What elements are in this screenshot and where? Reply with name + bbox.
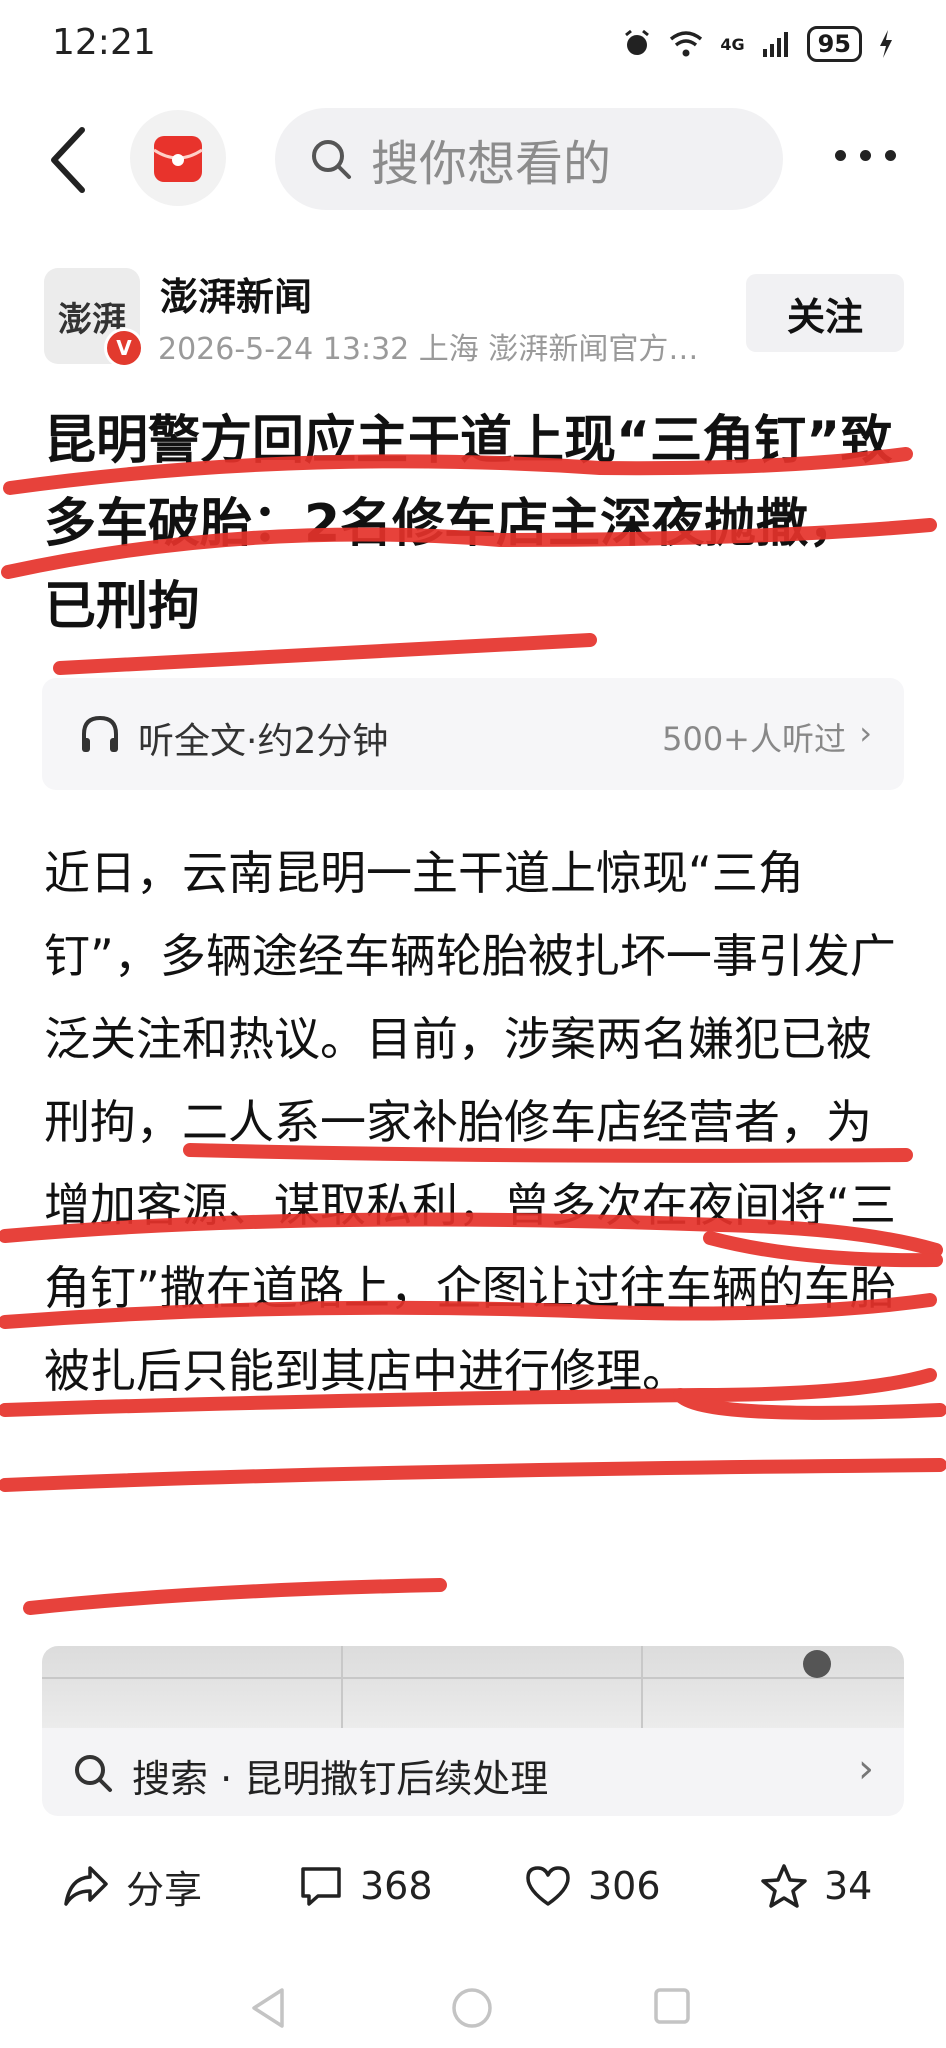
headphones-icon	[82, 715, 118, 752]
favorite-button[interactable]: 34	[760, 1846, 872, 1926]
charging-icon	[880, 30, 892, 58]
status-icons: 4G 95	[622, 24, 894, 64]
listen-bar[interactable]: 听全文·约2分钟 500+人听过 ›	[42, 678, 904, 790]
related-search-text: 搜索 · 昆明撒钉后续处理	[132, 1757, 549, 1801]
star-icon	[761, 1864, 807, 1908]
comment-button[interactable]: 368	[298, 1846, 433, 1926]
network-type: 4G	[720, 34, 745, 54]
share-label: 分享	[126, 1867, 203, 1912]
favorite-count: 34	[824, 1864, 873, 1908]
more-dot-icon	[835, 150, 846, 161]
comment-count: 368	[360, 1864, 433, 1908]
related-search-chip[interactable]: 搜索 · 昆明撒钉后续处理 ›	[42, 1728, 904, 1816]
article-image[interactable]	[42, 1646, 904, 1730]
search-input[interactable]: 搜你想看的	[275, 108, 783, 210]
nav-home-icon[interactable]	[450, 1986, 494, 2030]
chevron-right-icon: ›	[859, 714, 872, 752]
wifi-icon	[670, 31, 703, 57]
nav-recents-icon[interactable]	[652, 1986, 692, 2030]
tile-wall-pattern	[42, 1646, 904, 1730]
article-headline: 昆明警方回应主干道上现“三角钉”致多车破胎：2名修车店主深夜抛撒，已刑拘	[44, 411, 893, 637]
heart-icon	[526, 1866, 570, 1906]
battery-indicator: 95	[806, 26, 862, 62]
chevron-right-icon: ›	[858, 1746, 874, 1792]
share-icon	[64, 1866, 108, 1906]
listen-label: 听全文·约2分钟	[138, 721, 389, 762]
listen-count: 500+人听过	[662, 720, 846, 758]
status-time: 12:21	[52, 22, 156, 63]
follow-button[interactable]: 关注	[746, 274, 904, 352]
red-packet-button[interactable]	[130, 110, 226, 206]
system-nav-bar	[0, 1984, 946, 2048]
article-body: 近日，云南昆明一主干道上惊现“三角钉”，多辆途经车辆轮胎被扎坏一事引发广泛关注和…	[44, 846, 896, 1398]
search-placeholder: 搜你想看的	[371, 136, 612, 192]
search-icon	[75, 1755, 112, 1792]
share-button[interactable]: 分享	[62, 1846, 202, 1926]
back-button[interactable]	[44, 120, 94, 200]
more-options-button[interactable]	[835, 150, 896, 161]
verified-badge: V	[104, 328, 144, 368]
chevron-left-icon	[51, 127, 85, 193]
signal-icon	[762, 32, 788, 57]
alarm-icon	[625, 29, 650, 55]
red-packet-icon	[153, 136, 203, 182]
nav-back-icon[interactable]	[248, 1986, 288, 2030]
more-dot-icon	[860, 150, 871, 161]
comment-icon	[301, 1867, 341, 1906]
action-bar: 分享 368 306 34	[0, 1846, 946, 1926]
like-count: 306	[588, 1864, 661, 1908]
author-meta: 2026-5-24 13:32 上海 澎湃新闻官方…	[158, 332, 699, 367]
search-icon	[312, 140, 351, 179]
more-dot-icon	[885, 150, 896, 161]
author-name[interactable]: 澎湃新闻	[160, 266, 312, 321]
like-button[interactable]: 306	[524, 1846, 661, 1926]
